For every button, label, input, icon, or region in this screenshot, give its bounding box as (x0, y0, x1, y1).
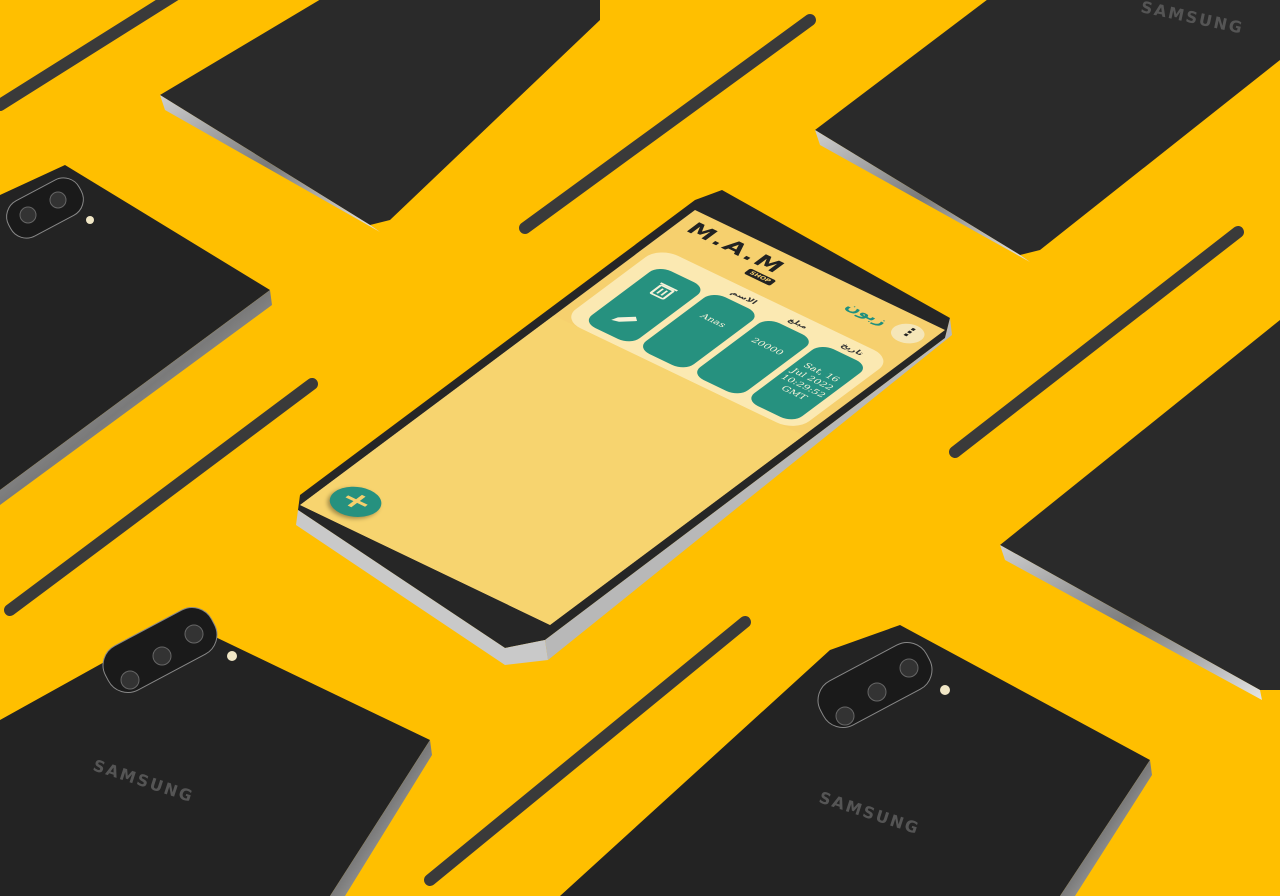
more-vert-icon[interactable]: ⋮ (884, 319, 932, 348)
app-title: زبون (841, 299, 893, 329)
pencil-icon[interactable] (604, 306, 647, 332)
trash-icon[interactable] (642, 278, 685, 304)
scene: SAMSUNG SAMSUNG SAMSUNG M.A.M SHOP زبون … (0, 0, 1280, 896)
